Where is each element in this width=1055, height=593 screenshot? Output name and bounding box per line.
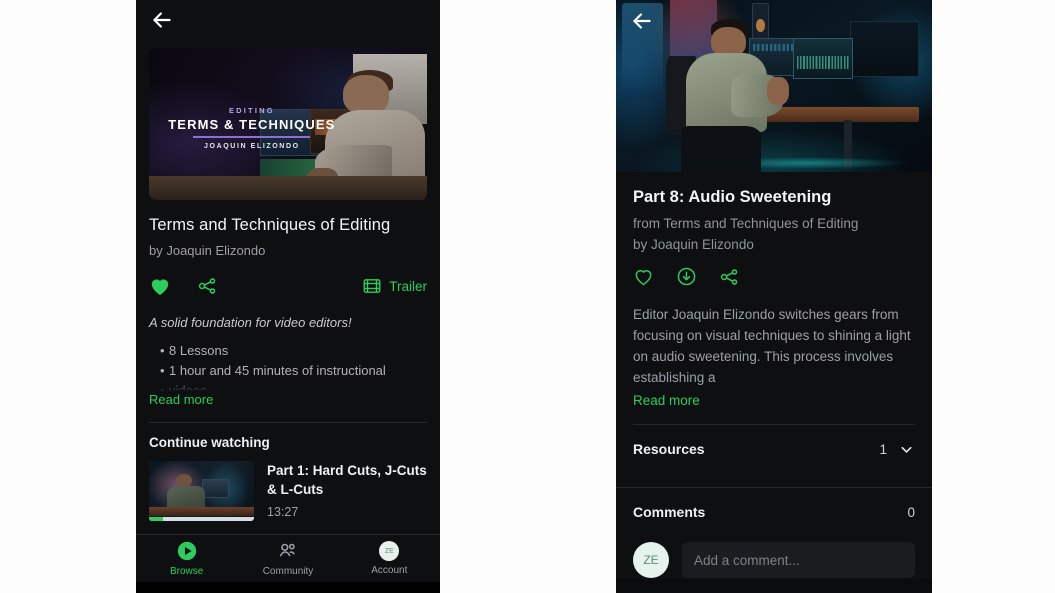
lesson-title: Part 1: Hard Cuts, J-Cuts & L-Cuts [267,463,427,497]
lesson-course-link: from Terms and Techniques of Editing [633,216,859,231]
nav-label-browse: Browse [169,566,204,577]
progress-bar-fill [149,517,163,521]
comments-label: Comments [633,504,706,520]
lesson-detail-screen: Part 8: Audio Sweetening from Terms and … [616,0,932,593]
chevron-down-icon [901,446,912,453]
download-circle-icon[interactable] [676,266,697,287]
sidebar-item-community[interactable]: Community [237,540,338,577]
hero-author: JOAQUIN ELIZONDO [204,142,300,150]
lesson-duration: 13:27 [267,505,299,519]
nav-label-account: Account [371,565,408,576]
course-actions: Trailer [149,274,427,298]
course-detail-screen: EDITING TERMS & TECHNIQUES JOAQUIN ELIZO… [136,0,440,593]
course-tagline: A solid foundation for video editors! [149,315,352,330]
lesson-meta: Part 1: Hard Cuts, J-Cuts & L-Cuts 13:27 [267,461,427,521]
share-nodes-icon[interactable] [719,267,740,287]
hero-title: TERMS & TECHNIQUES [168,116,336,132]
trailer-button[interactable]: Trailer [362,277,427,295]
screenshot-stage: EDITING TERMS & TECHNIQUES JOAQUIN ELIZO… [0,0,1055,593]
heart-outline-icon[interactable] [633,267,654,286]
course-bullets: 8 Lessons 1 hour and 45 minutes of instr… [149,341,427,391]
lesson-hero-image[interactable] [616,0,932,172]
lesson-actions [633,266,915,287]
page-title: Terms and Techniques of Editing [149,216,391,234]
comments-section-row: Comments 0 [616,488,932,536]
course-info-block: Terms and Techniques of Editing by Joaqu… [136,216,440,423]
read-more-link[interactable]: Read more [633,393,700,408]
continue-watching-heading: Continue watching [149,435,270,450]
hero-eyebrow: EDITING [228,105,275,115]
list-item: 8 Lessons [160,341,427,361]
bottom-navigation: Browse Community ZE Account [136,534,440,582]
comment-input[interactable] [682,542,915,578]
avatar: ZE [379,541,400,561]
bottom-peek [616,579,932,593]
lesson-author: by Joaquin Elizondo [633,237,754,252]
play-circle-icon [177,541,196,561]
resources-label: Resources [633,441,705,457]
lesson-info-block: Part 8: Audio Sweetening from Terms and … [616,172,932,425]
hero-title-overlay: EDITING TERMS & TECHNIQUES JOAQUIN ELIZO… [166,106,338,150]
people-icon [279,543,295,557]
sidebar-item-account[interactable]: ZE Account [339,541,440,576]
share-nodes-icon[interactable] [197,276,218,296]
nav-label-community: Community [262,566,314,577]
list-item-clipped: videos [160,381,427,391]
lesson-thumbnail[interactable] [149,461,254,521]
trailer-label: Trailer [389,278,427,294]
course-hero-thumbnail[interactable]: EDITING TERMS & TECHNIQUES JOAQUIN ELIZO… [149,48,427,200]
resources-section-row[interactable]: Resources 1 [616,425,932,473]
home-indicator-bar [136,582,440,593]
left-topbar [136,0,440,42]
sidebar-item-browse[interactable]: Browse [136,540,237,577]
back-arrow-icon[interactable] [149,7,175,33]
course-author: by Joaquin Elizondo [149,243,266,258]
continue-watching-item[interactable]: Part 1: Hard Cuts, J-Cuts & L-Cuts 13:27 [136,450,440,521]
page-title: Part 8: Audio Sweetening [633,188,832,206]
progress-bar [149,517,254,521]
back-arrow-icon[interactable] [629,8,655,34]
lesson-description: Editor Joaquin Elizondo switches gears f… [633,307,911,385]
list-item: 1 hour and 45 minutes of instructional [160,361,427,381]
resources-count: 1 [879,441,887,457]
heart-filled-icon[interactable] [149,276,171,296]
read-more-link[interactable]: Read more [149,392,213,407]
add-comment-row: ZE [616,536,932,578]
avatar: ZE [633,542,669,578]
comments-count: 0 [907,504,915,520]
film-strip-icon [363,279,381,293]
hero-rule [193,135,311,138]
